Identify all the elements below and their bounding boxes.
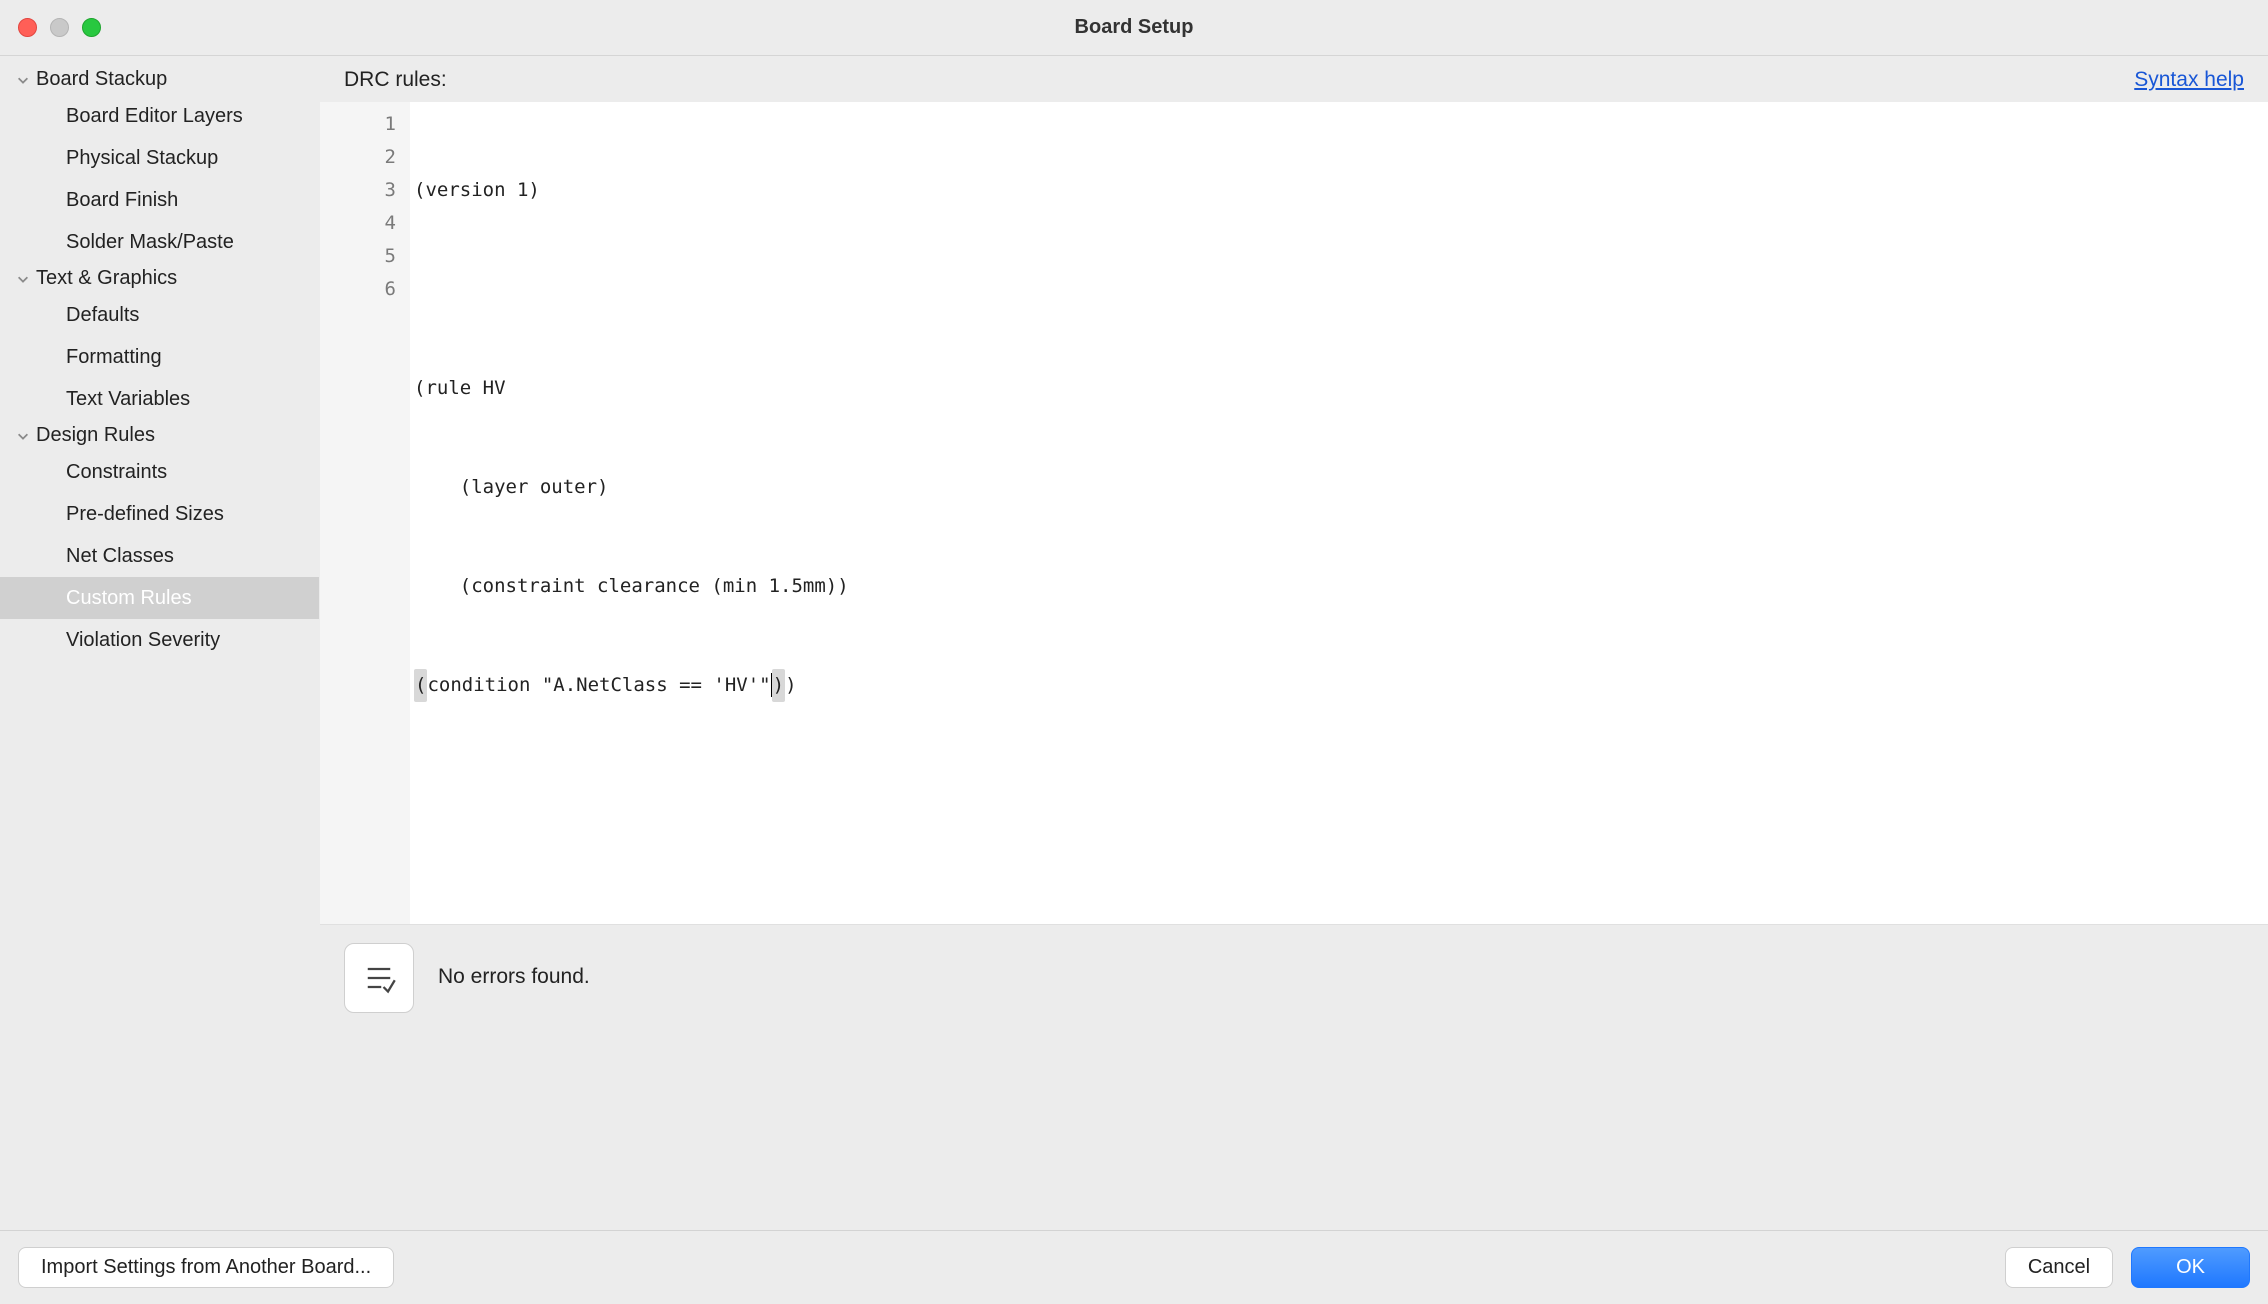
sidebar-item-board-editor-layers[interactable]: Board Editor Layers bbox=[0, 95, 319, 137]
window-title: Board Setup bbox=[0, 16, 2268, 39]
sidebar-group-label: Design Rules bbox=[36, 424, 155, 447]
code-line: (version 1) bbox=[414, 174, 2268, 207]
chevron-down-icon bbox=[16, 272, 30, 286]
sidebar-item-physical-stackup[interactable]: Physical Stackup bbox=[0, 137, 319, 179]
code-line bbox=[414, 273, 2268, 306]
board-setup-window: Board Setup Board Stackup Board Editor L… bbox=[0, 0, 2268, 1304]
code-line: (condition "A.NetClass == 'HV'")) bbox=[414, 669, 2268, 702]
footer-right: Cancel OK bbox=[2005, 1247, 2250, 1288]
check-rules-button[interactable] bbox=[344, 943, 414, 1013]
header-row: DRC rules: Syntax help bbox=[320, 56, 2268, 102]
line-number: 1 bbox=[320, 108, 410, 141]
sidebar-item-violation-severity[interactable]: Violation Severity bbox=[0, 619, 319, 661]
sidebar-group-design-rules[interactable]: Design Rules bbox=[0, 420, 319, 451]
code-line: (layer outer) bbox=[414, 471, 2268, 504]
sidebar-group-label: Board Stackup bbox=[36, 68, 167, 91]
code-editor[interactable]: 1 2 3 4 5 6 (version 1) (rule HV (layer … bbox=[320, 102, 2268, 924]
sidebar-group-board-stackup[interactable]: Board Stackup bbox=[0, 64, 319, 95]
minimize-window-button[interactable] bbox=[50, 18, 69, 37]
line-number: 6 bbox=[320, 273, 410, 306]
code-line: (rule HV bbox=[414, 372, 2268, 405]
line-number: 2 bbox=[320, 141, 410, 174]
syntax-help-link[interactable]: Syntax help bbox=[2134, 68, 2244, 92]
drc-rules-label: DRC rules: bbox=[344, 68, 447, 92]
traffic-lights bbox=[0, 18, 101, 37]
sidebar-item-text-variables[interactable]: Text Variables bbox=[0, 378, 319, 420]
zoom-window-button[interactable] bbox=[82, 18, 101, 37]
chevron-down-icon bbox=[16, 429, 30, 443]
sidebar-item-board-finish[interactable]: Board Finish bbox=[0, 179, 319, 221]
sidebar-group-label: Text & Graphics bbox=[36, 267, 177, 290]
sidebar-item-constraints[interactable]: Constraints bbox=[0, 451, 319, 493]
code-line: (constraint clearance (min 1.5mm)) bbox=[414, 570, 2268, 603]
body: Board Stackup Board Editor Layers Physic… bbox=[0, 56, 2268, 1230]
status-text: No errors found. bbox=[438, 943, 590, 989]
sidebar-item-formatting[interactable]: Formatting bbox=[0, 336, 319, 378]
sidebar-item-net-classes[interactable]: Net Classes bbox=[0, 535, 319, 577]
ok-button[interactable]: OK bbox=[2131, 1247, 2250, 1288]
code-area[interactable]: (version 1) (rule HV (layer outer) (cons… bbox=[410, 102, 2268, 924]
sidebar-item-defaults[interactable]: Defaults bbox=[0, 294, 319, 336]
footer: Import Settings from Another Board... Ca… bbox=[0, 1230, 2268, 1304]
sidebar-item-custom-rules[interactable]: Custom Rules bbox=[0, 577, 319, 619]
line-number: 3 bbox=[320, 174, 410, 207]
titlebar: Board Setup bbox=[0, 0, 2268, 56]
main-panel: DRC rules: Syntax help 1 2 3 4 5 6 (vers… bbox=[320, 56, 2268, 1230]
sidebar: Board Stackup Board Editor Layers Physic… bbox=[0, 56, 320, 1230]
close-window-button[interactable] bbox=[18, 18, 37, 37]
line-number: 4 bbox=[320, 207, 410, 240]
sidebar-item-predefined-sizes[interactable]: Pre-defined Sizes bbox=[0, 493, 319, 535]
status-area: No errors found. bbox=[320, 924, 2268, 1230]
sidebar-group-text-graphics[interactable]: Text & Graphics bbox=[0, 263, 319, 294]
line-number-gutter: 1 2 3 4 5 6 bbox=[320, 102, 410, 924]
chevron-down-icon bbox=[16, 73, 30, 87]
line-number: 5 bbox=[320, 240, 410, 273]
cancel-button[interactable]: Cancel bbox=[2005, 1247, 2113, 1288]
import-settings-button[interactable]: Import Settings from Another Board... bbox=[18, 1247, 394, 1288]
checklist-icon bbox=[361, 960, 397, 996]
sidebar-item-solder-mask-paste[interactable]: Solder Mask/Paste bbox=[0, 221, 319, 263]
